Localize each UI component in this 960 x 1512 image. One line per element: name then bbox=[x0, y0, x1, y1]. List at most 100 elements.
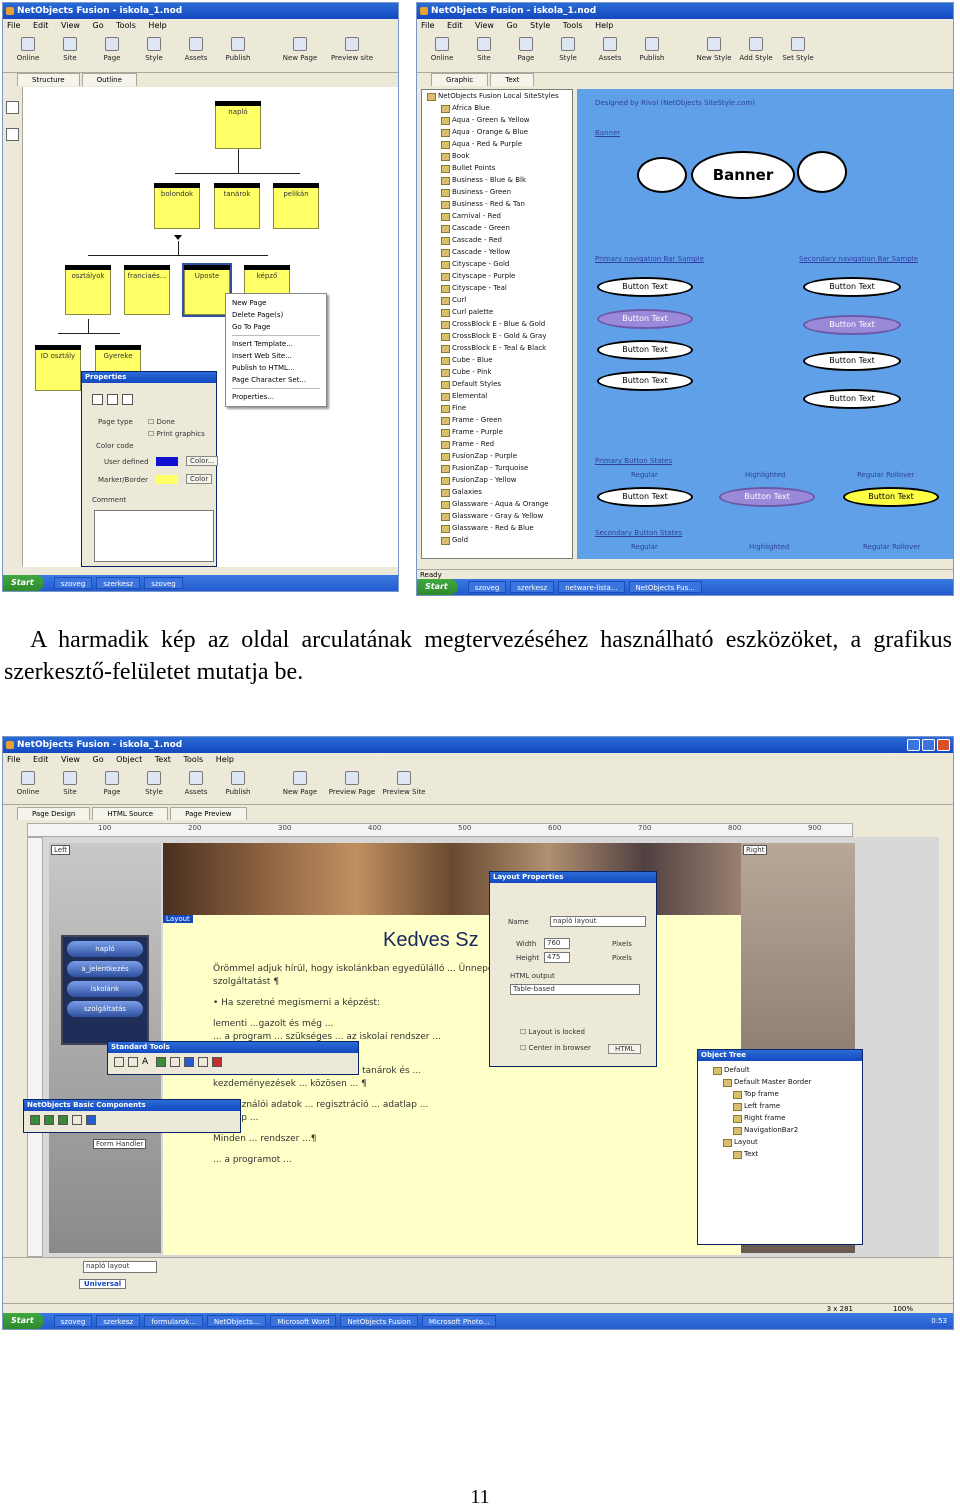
tree-item[interactable]: Cityscape - Purple bbox=[438, 270, 559, 282]
tree-item[interactable]: Elemental bbox=[438, 390, 559, 402]
tree-item[interactable]: Business - Red & Tan bbox=[438, 198, 559, 210]
tree-item[interactable]: Default bbox=[710, 1064, 811, 1076]
node-level2[interactable]: bolondok bbox=[154, 183, 200, 229]
tree-item[interactable]: Aqua - Green & Yellow bbox=[438, 114, 559, 126]
tree-item[interactable]: Frame - Red bbox=[438, 438, 559, 450]
done-checkbox[interactable]: ☐ Done bbox=[148, 418, 175, 426]
tree-item[interactable]: FusionZap - Purple bbox=[438, 450, 559, 462]
taskbar-item[interactable]: NetObjects Fus... bbox=[628, 581, 702, 593]
user-color-swatch[interactable] bbox=[156, 457, 178, 466]
tab-text[interactable]: Text bbox=[490, 73, 535, 86]
nav-bar[interactable]: napló a_jelentkezés iskolánk szolgáltatá… bbox=[61, 935, 149, 1045]
preview-site-button[interactable]: Preview site bbox=[331, 33, 373, 72]
menu-go[interactable]: Go bbox=[93, 755, 104, 764]
node-root[interactable]: napló bbox=[215, 101, 261, 149]
tree-item[interactable]: Cityscape - Teal bbox=[438, 282, 559, 294]
text-tool-icon[interactable]: A bbox=[142, 1057, 152, 1067]
tree-item[interactable]: Top frame bbox=[730, 1088, 811, 1100]
taskbar-item[interactable]: netware-lista... bbox=[558, 581, 625, 593]
menu-edit[interactable]: Edit bbox=[33, 21, 49, 30]
tree-item[interactable]: CrossBlock E - Blue & Gold bbox=[438, 318, 559, 330]
menu-new-page[interactable]: New Page bbox=[232, 297, 320, 309]
component-icon[interactable] bbox=[58, 1115, 68, 1125]
width-input[interactable]: 760 bbox=[544, 938, 570, 949]
node-level3[interactable]: franciaés... bbox=[124, 265, 170, 315]
node-level3[interactable]: osztályok bbox=[65, 265, 111, 315]
custom-tab-icon[interactable] bbox=[107, 394, 118, 405]
nav-button[interactable]: a_jelentkezés bbox=[67, 961, 143, 977]
node-level3-selected[interactable]: Uposte bbox=[182, 263, 232, 317]
layout-select[interactable]: napló layout bbox=[83, 1261, 157, 1273]
marker-color-swatch[interactable] bbox=[156, 475, 178, 484]
tree-item[interactable]: Frame - Purple bbox=[438, 426, 559, 438]
taskbar-item[interactable]: szoveg bbox=[144, 577, 183, 589]
taskbar-item[interactable]: szerkesz bbox=[96, 577, 141, 589]
tree-root[interactable]: NetObjects Fusion Local SiteStyles bbox=[424, 90, 559, 102]
menu-view[interactable]: View bbox=[61, 755, 80, 764]
print-graphics-checkbox[interactable]: ☐ Print graphics bbox=[148, 430, 205, 438]
tab-html-source[interactable]: HTML Source bbox=[92, 807, 169, 820]
tree-item[interactable]: Cube - Pink bbox=[438, 366, 559, 378]
nav-button[interactable]: iskolánk bbox=[67, 981, 143, 997]
tree-item[interactable]: Carnival - Red bbox=[438, 210, 559, 222]
color-button[interactable]: Color... bbox=[186, 456, 219, 466]
zoom-tool-icon[interactable] bbox=[6, 128, 19, 141]
pointer-tool-icon[interactable] bbox=[6, 101, 19, 114]
tree-item[interactable]: Business - Blue & Blk bbox=[438, 174, 559, 186]
tree-item[interactable]: Glassware - Gray & Yellow bbox=[438, 510, 559, 522]
html-output-select[interactable]: Table-based bbox=[510, 984, 640, 995]
tree-item[interactable]: Frame - Green bbox=[438, 414, 559, 426]
taskbar-item[interactable]: Microsoft Word bbox=[270, 1315, 337, 1327]
site-button[interactable]: Site bbox=[463, 33, 505, 72]
close-icon[interactable] bbox=[937, 739, 950, 751]
online-button[interactable]: Online bbox=[7, 33, 49, 72]
taskbar-item[interactable]: szoveg bbox=[467, 581, 507, 593]
preview-site-button[interactable]: Preview Site bbox=[383, 767, 425, 804]
tab-structure[interactable]: Structure bbox=[17, 73, 80, 86]
tree-item[interactable]: Layout bbox=[720, 1136, 811, 1148]
menu-text[interactable]: Text bbox=[155, 755, 171, 764]
online-button[interactable]: Online bbox=[7, 767, 49, 804]
tree-item[interactable]: Text bbox=[730, 1148, 811, 1160]
tree-item[interactable]: Cityscape - Gold bbox=[438, 258, 559, 270]
menu-view[interactable]: View bbox=[475, 21, 494, 30]
menu-help[interactable]: Help bbox=[148, 21, 166, 30]
tree-item[interactable]: Bullet Points bbox=[438, 162, 559, 174]
tree-item[interactable]: Right frame bbox=[730, 1112, 811, 1124]
start-button[interactable]: Start bbox=[417, 579, 458, 595]
node-level4[interactable]: ID osztály bbox=[35, 345, 81, 391]
menu-go-to-page[interactable]: Go To Page bbox=[232, 321, 320, 333]
menu-help[interactable]: Help bbox=[595, 21, 613, 30]
tree-item[interactable]: Default Master Border bbox=[720, 1076, 811, 1088]
publish-button[interactable]: Publish bbox=[217, 767, 259, 804]
component-icon[interactable] bbox=[86, 1115, 96, 1125]
menu-tools[interactable]: Tools bbox=[563, 21, 583, 30]
taskbar-item[interactable]: szerkesz bbox=[96, 1315, 141, 1327]
publish-button[interactable]: Publish bbox=[631, 33, 673, 72]
layout-locked-checkbox[interactable]: ☐ Layout is locked bbox=[520, 1028, 585, 1036]
taskbar-item[interactable]: szerkesz bbox=[510, 581, 555, 593]
tree-item[interactable]: Business - Green bbox=[438, 186, 559, 198]
page-button[interactable]: Page bbox=[91, 33, 133, 72]
center-browser-checkbox[interactable]: ☐ Center in browser bbox=[520, 1044, 591, 1052]
tab-page-design[interactable]: Page Design bbox=[17, 807, 91, 820]
site-button[interactable]: Site bbox=[49, 767, 91, 804]
form-tool-icon[interactable] bbox=[212, 1057, 222, 1067]
taskbar-item[interactable]: NetObjects... bbox=[206, 1315, 267, 1327]
page-heading[interactable]: Kedves Sz bbox=[383, 929, 479, 952]
minimize-icon[interactable] bbox=[907, 739, 920, 751]
tree-item[interactable]: Fine bbox=[438, 402, 559, 414]
component-icon[interactable] bbox=[30, 1115, 40, 1125]
select-tool-icon[interactable] bbox=[114, 1057, 124, 1067]
html-button[interactable]: HTML bbox=[608, 1044, 642, 1054]
component-icon[interactable] bbox=[72, 1115, 82, 1125]
menu-file[interactable]: File bbox=[7, 21, 20, 30]
menu-delete-page[interactable]: Delete Page(s) bbox=[232, 309, 320, 321]
start-button[interactable]: Start bbox=[3, 1313, 44, 1329]
node-level2[interactable]: tanárok bbox=[214, 183, 260, 229]
page-button[interactable]: Page bbox=[505, 33, 547, 72]
tab-outline[interactable]: Outline bbox=[81, 73, 137, 86]
link-tab-icon[interactable] bbox=[122, 394, 133, 405]
tree-item[interactable]: Cascade - Red bbox=[438, 234, 559, 246]
menu-tools[interactable]: Tools bbox=[116, 21, 136, 30]
